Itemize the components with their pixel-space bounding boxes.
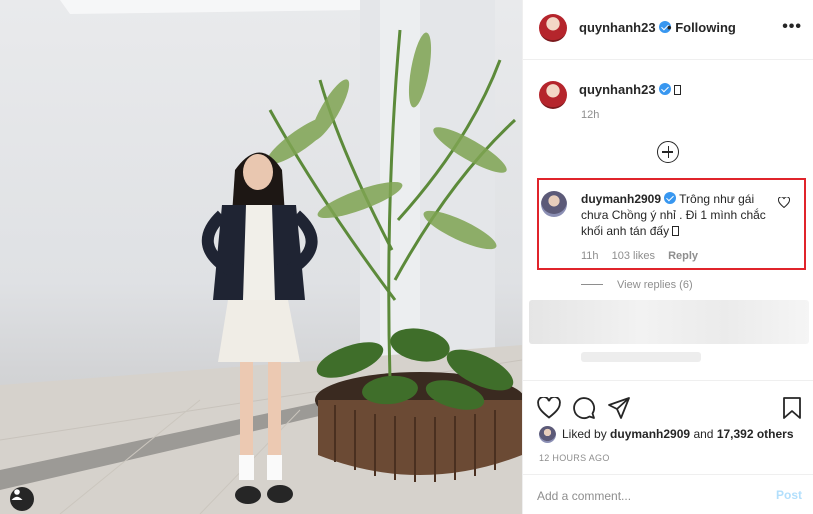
emoji-glyph-icon <box>672 226 680 236</box>
comment-like-heart-icon[interactable] <box>778 197 790 208</box>
view-replies-link[interactable]: View replies (6) <box>581 279 693 291</box>
emoji-glyph-icon <box>673 85 681 95</box>
follow-status[interactable]: • Following <box>667 20 736 35</box>
reply-button[interactable]: Reply <box>668 250 698 262</box>
caption-author-username[interactable]: quynhanh23 <box>579 82 656 97</box>
load-more-comments-icon[interactable] <box>657 141 679 163</box>
post-header: quynhanh23 • Following ••• <box>523 0 813 60</box>
photo-illustration <box>0 0 522 514</box>
add-comment-section: Post <box>523 474 813 514</box>
add-comment-input[interactable] <box>537 486 757 506</box>
author-avatar[interactable] <box>539 14 567 42</box>
comment-icon[interactable] <box>572 396 596 420</box>
heart-icon[interactable] <box>537 397 561 419</box>
comment-likes[interactable]: 103 likes <box>612 250 655 262</box>
caption-time[interactable]: 12h <box>581 109 599 121</box>
comment-time[interactable]: 11h <box>581 250 599 262</box>
header-separator: • <box>667 20 672 35</box>
commenter-username[interactable]: duymanh2909 <box>581 192 661 206</box>
bookmark-icon[interactable] <box>782 396 802 420</box>
post-detail-panel: quynhanh23 • Following ••• quynhanh23 12… <box>522 0 813 514</box>
author-username[interactable]: quynhanh23 <box>579 20 656 35</box>
following-button[interactable]: Following <box>675 20 736 35</box>
comment-meta: 11h 103 likes Reply <box>581 250 708 262</box>
liked-by-joiner: and <box>693 427 714 441</box>
liked-by-user[interactable]: duymanh2909 <box>610 427 690 441</box>
author-username-container: quynhanh23 <box>579 20 671 35</box>
liked-by-prefix: Liked by <box>562 427 607 441</box>
more-options-icon[interactable]: ••• <box>782 18 802 36</box>
post-photo[interactable] <box>0 0 522 514</box>
post-comment-button[interactable]: Post <box>776 488 802 502</box>
share-icon[interactable] <box>607 396 631 420</box>
liked-by-others[interactable]: 17,392 others <box>717 427 794 441</box>
verified-badge-icon <box>664 192 677 204</box>
caption-line: quynhanh23 <box>579 82 681 97</box>
likes-summary: Liked by duymanh2909 and 17,392 others <box>562 427 794 441</box>
blurred-comment-meta <box>581 352 701 362</box>
verified-badge-icon <box>658 83 671 95</box>
post-timestamp[interactable]: 12 HOURS AGO <box>539 453 610 463</box>
liker-avatar[interactable] <box>539 426 556 443</box>
comment-body: duymanh2909 Trông như gái chưa Chồng ý n… <box>581 191 771 239</box>
tagged-user-icon[interactable] <box>10 487 34 511</box>
caption-author-avatar[interactable] <box>539 81 567 109</box>
blurred-comment <box>529 300 809 344</box>
commenter-avatar[interactable] <box>541 191 567 217</box>
person-icon <box>11 489 23 500</box>
